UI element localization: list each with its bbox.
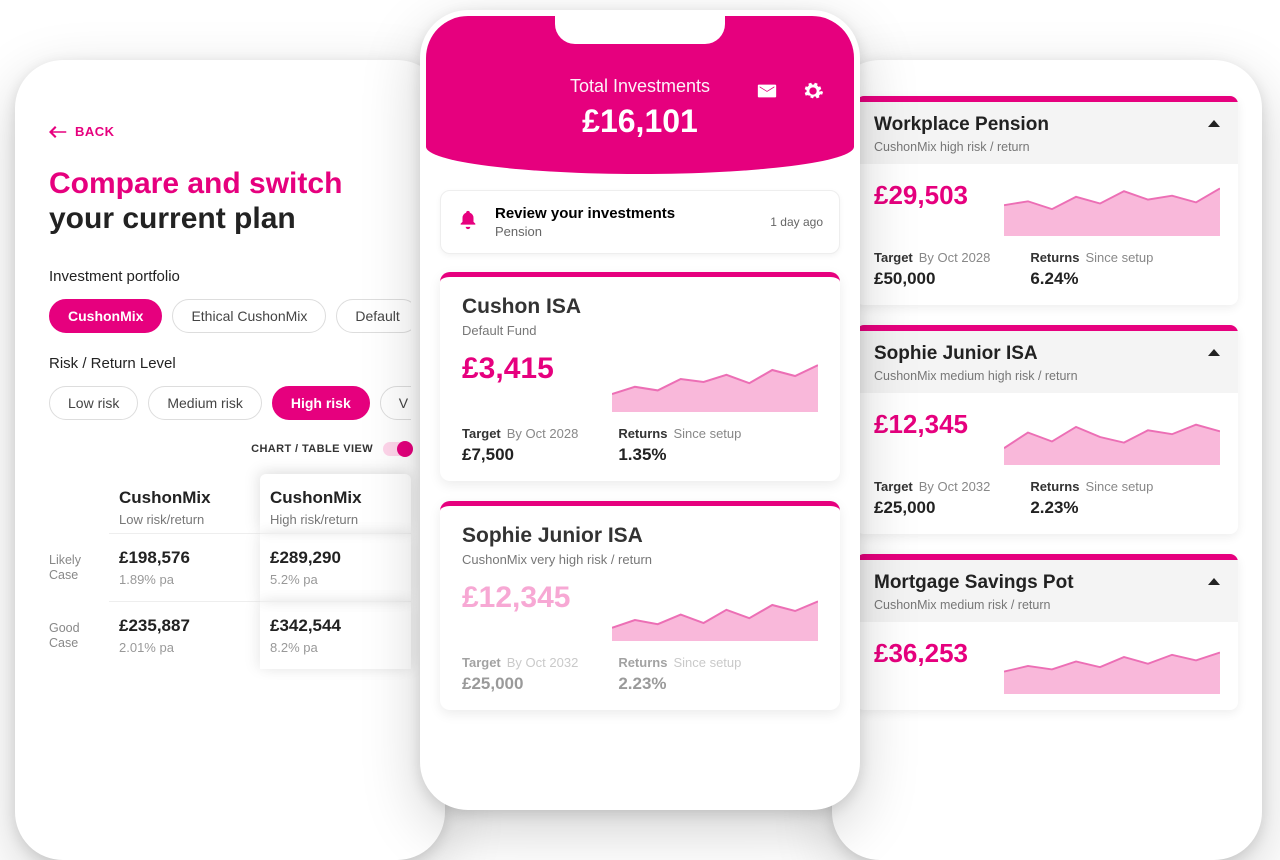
chip-high-risk[interactable]: High risk	[272, 386, 370, 420]
card-sub: Default Fund	[462, 323, 818, 338]
cell-value: £342,544	[270, 616, 401, 636]
cell-pa: 2.01% pa	[119, 640, 250, 655]
portfolio-chipset: CushonMix Ethical CushonMix Default Cust…	[49, 299, 411, 333]
meta-value: £25,000	[462, 674, 578, 694]
caret-up-icon[interactable]	[1208, 578, 1220, 585]
sparkline-icon	[612, 581, 818, 641]
phone-center: Total Investments £16,101 Review your in…	[420, 10, 860, 810]
meta-value: £25,000	[874, 498, 990, 518]
back-button[interactable]: BACK	[49, 124, 115, 139]
meta-key: Target	[462, 426, 501, 441]
header-subtitle: Total Investments	[446, 76, 834, 97]
arrow-left-icon	[49, 125, 67, 139]
meta-date: Since setup	[673, 655, 741, 670]
investment-card-isa[interactable]: Cushon ISA Default Fund £3,415 Target By …	[440, 272, 840, 481]
cell-pa: 5.2% pa	[270, 572, 401, 587]
meta-date: Since setup	[1085, 479, 1153, 494]
meta-date: By Oct 2032	[507, 655, 579, 670]
meta-date: By Oct 2028	[919, 250, 991, 265]
chip-medium-risk[interactable]: Medium risk	[148, 386, 261, 420]
row-label: Likely Case	[49, 533, 109, 601]
notif-sub: Pension	[495, 224, 675, 239]
notif-title: Review your investments	[495, 205, 675, 222]
header-amount: £16,101	[446, 103, 834, 140]
card-amount: £12,345	[874, 409, 984, 440]
card-title: Workplace Pension	[874, 114, 1220, 136]
chip-cushonmix[interactable]: CushonMix	[49, 299, 162, 333]
cell-pa: 8.2% pa	[270, 640, 401, 655]
card-title: Sophie Junior ISA	[874, 343, 1220, 365]
meta-key: Returns	[618, 655, 667, 670]
notif-time: 1 day ago	[770, 215, 823, 229]
back-label: BACK	[75, 124, 115, 139]
meta-value: 6.24%	[1030, 269, 1153, 289]
card-sub: CushonMix medium risk / return	[874, 598, 1220, 612]
cell-value: £198,576	[119, 548, 250, 568]
bell-icon	[457, 209, 479, 236]
card-sub: CushonMix very high risk / return	[462, 552, 818, 567]
investment-card-junior-isa[interactable]: Sophie Junior ISA CushonMix very high ri…	[440, 501, 840, 710]
meta-date: Since setup	[673, 426, 741, 441]
meta-value: £50,000	[874, 269, 990, 289]
investment-card-mortgage[interactable]: Mortgage Savings Pot CushonMix medium ri…	[856, 554, 1238, 710]
view-toggle[interactable]: CHART / TABLE VIEW	[49, 442, 411, 456]
page-title: Compare and switch your current plan	[49, 167, 411, 236]
chip-default[interactable]: Default	[336, 299, 411, 333]
meta-value: 1.35%	[618, 445, 741, 465]
card-title: Sophie Junior ISA	[462, 524, 818, 548]
caret-up-icon[interactable]	[1208, 349, 1220, 356]
toggle-switch-icon[interactable]	[383, 442, 411, 456]
phone-notch	[555, 16, 725, 44]
chip-ethical[interactable]: Ethical CushonMix	[172, 299, 326, 333]
col-b-name: CushonMix	[270, 488, 401, 508]
notification-card[interactable]: Review your investments Pension 1 day ag…	[440, 190, 840, 254]
card-sub: CushonMix high risk / return	[874, 140, 1220, 154]
chip-low-risk[interactable]: Low risk	[49, 386, 138, 420]
cell-pa: 1.89% pa	[119, 572, 250, 587]
phone-notch	[962, 66, 1132, 94]
sparkline-icon	[612, 352, 818, 412]
view-toggle-label: CHART / TABLE VIEW	[251, 443, 373, 455]
col-b-sub: High risk/return	[270, 512, 401, 527]
sparkline-icon	[1004, 638, 1220, 694]
card-title: Cushon ISA	[462, 295, 818, 319]
cell-value: £289,290	[270, 548, 401, 568]
sparkline-icon	[1004, 180, 1220, 236]
meta-key: Returns	[1030, 250, 1079, 265]
card-amount: £12,345	[462, 581, 592, 615]
meta-date: By Oct 2032	[919, 479, 991, 494]
col-a-sub: Low risk/return	[119, 512, 250, 527]
card-amount: £3,415	[462, 352, 592, 386]
caret-up-icon[interactable]	[1208, 120, 1220, 127]
card-sub: CushonMix medium high risk / return	[874, 369, 1220, 383]
phone-notch	[145, 66, 315, 94]
risk-label: Risk / Return Level	[49, 355, 411, 372]
risk-chipset: Low risk Medium risk High risk V High ri…	[49, 386, 411, 420]
meta-date: Since setup	[1085, 250, 1153, 265]
meta-key: Target	[874, 250, 913, 265]
meta-key: Returns	[618, 426, 667, 441]
portfolio-label: Investment portfolio	[49, 268, 411, 285]
col-a-name: CushonMix	[119, 488, 250, 508]
meta-date: By Oct 2028	[507, 426, 579, 441]
card-amount: £29,503	[874, 180, 984, 211]
card-title: Mortgage Savings Pot	[874, 572, 1220, 594]
meta-key: Target	[462, 655, 501, 670]
phone-left: BACK Compare and switch your current pla…	[15, 60, 445, 860]
meta-value: £7,500	[462, 445, 578, 465]
investment-card-junior-isa[interactable]: Sophie Junior ISA CushonMix medium high …	[856, 325, 1238, 534]
phone-right: Workplace Pension CushonMix high risk / …	[832, 60, 1262, 860]
sparkline-icon	[1004, 409, 1220, 465]
card-amount: £36,253	[874, 638, 984, 669]
meta-value: 2.23%	[1030, 498, 1153, 518]
meta-value: 2.23%	[618, 674, 741, 694]
compare-table: CushonMix Low risk/return CushonMix High r…	[49, 474, 411, 669]
row-label: Good Case	[49, 601, 109, 669]
meta-key: Returns	[1030, 479, 1079, 494]
meta-key: Target	[874, 479, 913, 494]
investment-card-pension[interactable]: Workplace Pension CushonMix high risk / …	[856, 96, 1238, 305]
cell-value: £235,887	[119, 616, 250, 636]
chip-vhigh-risk[interactable]: V High risk	[380, 386, 411, 420]
